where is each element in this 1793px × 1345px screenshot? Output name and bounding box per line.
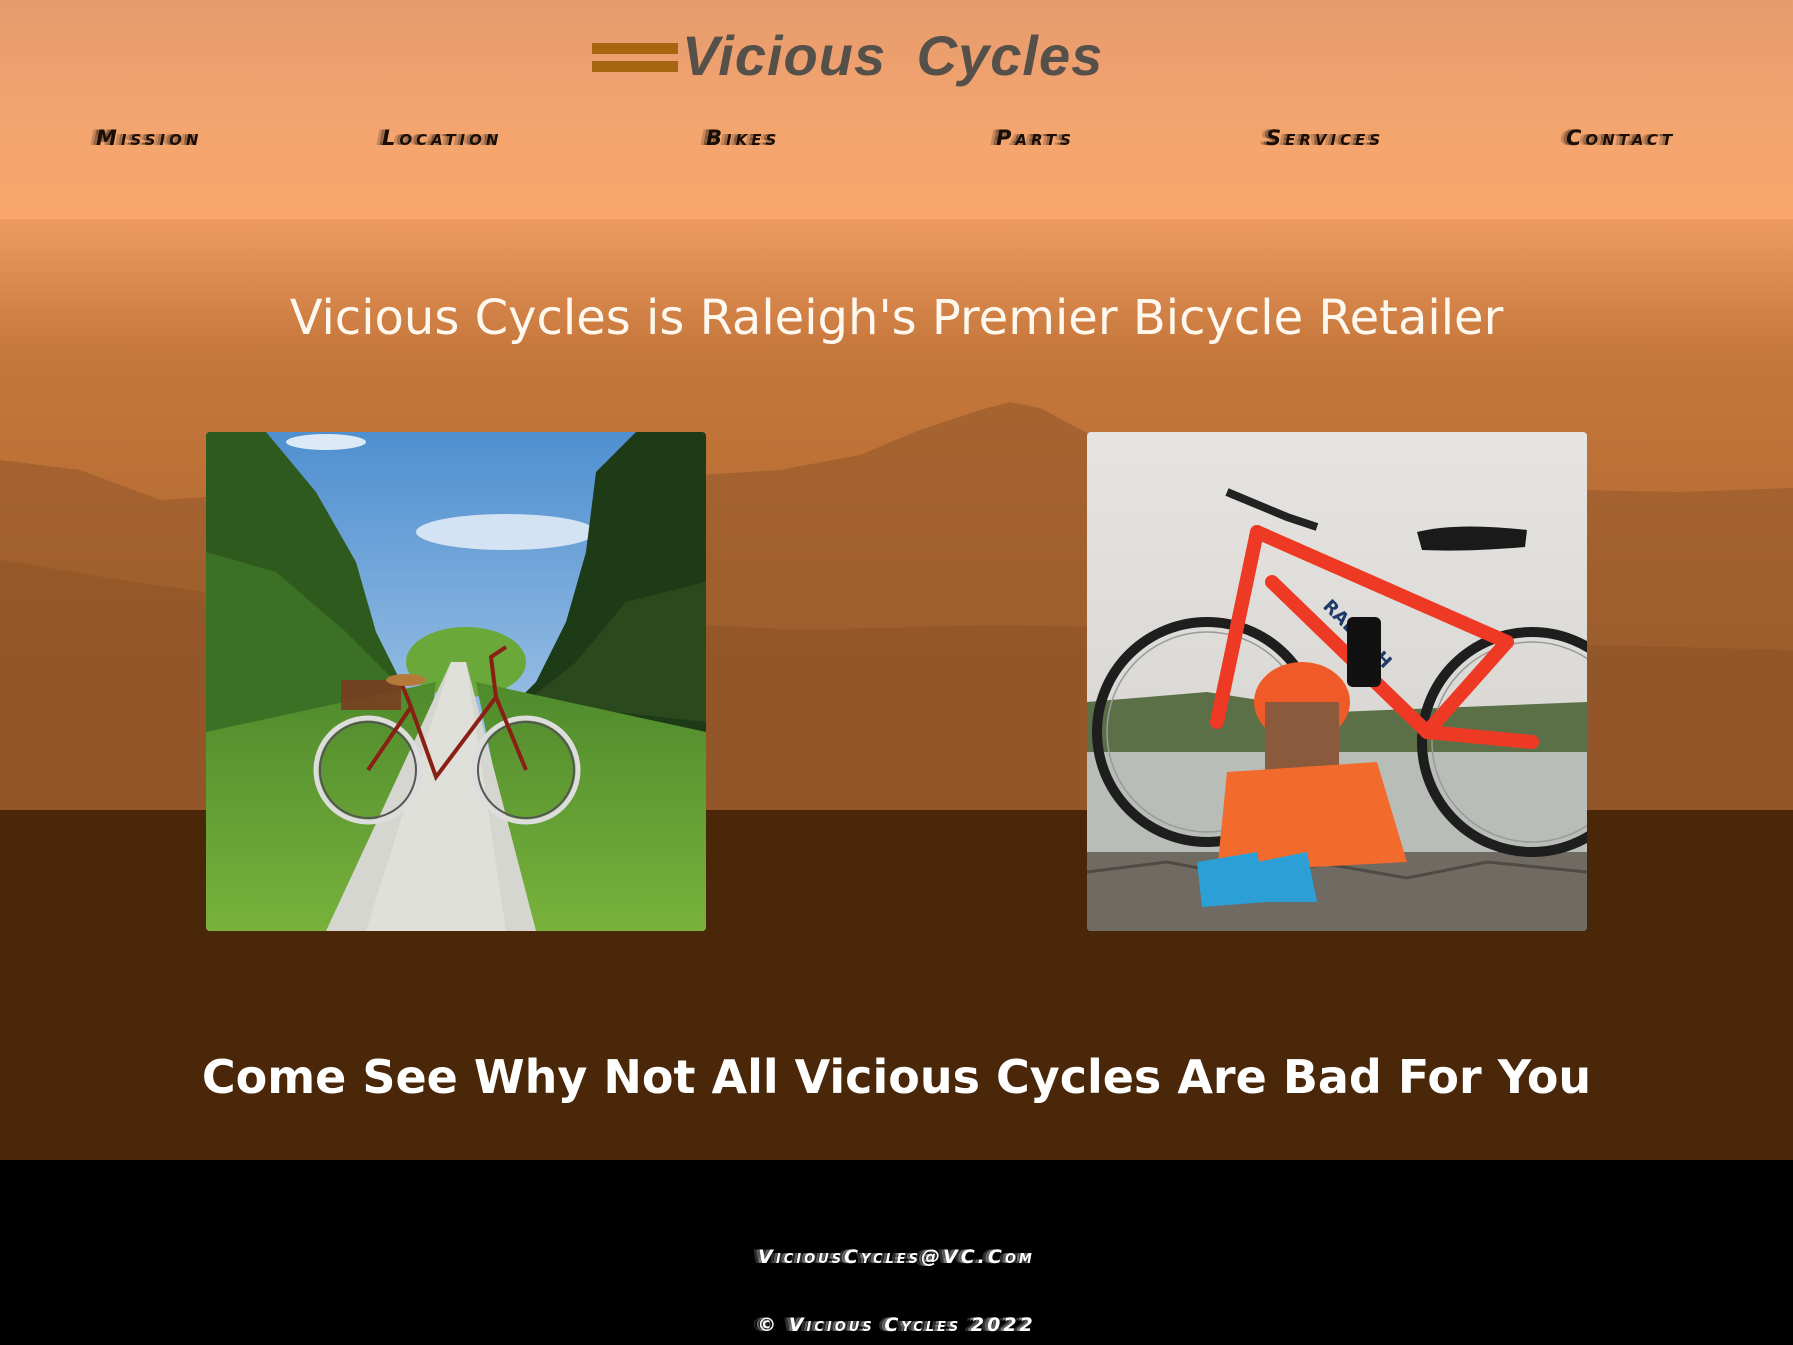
nav-parts[interactable]: Parts bbox=[996, 126, 1075, 156]
footer-copyright: © Vicious Cycles 2022 bbox=[757, 1314, 1036, 1336]
nav-mission[interactable]: Mission bbox=[96, 126, 202, 156]
nav-services[interactable]: Services bbox=[1266, 126, 1384, 156]
logo-speed-lines-icon bbox=[592, 35, 678, 75]
hero-tagline: Come See Why Not All Vicious Cycles Are … bbox=[201, 1050, 1592, 1104]
brand-name: Vicious Cycles bbox=[682, 23, 1104, 87]
site-footer: ViciousCycles@VC.Com © Vicious Cycles 20… bbox=[0, 1160, 1793, 1345]
footer-email-link[interactable]: ViciousCycles@VC.Com bbox=[0, 1246, 1793, 1268]
main-nav: Mission Location Bikes Parts Services Co… bbox=[0, 126, 1793, 156]
nav-bikes[interactable]: Bikes bbox=[706, 126, 780, 156]
nav-contact[interactable]: Contact bbox=[1566, 126, 1676, 156]
site-logo[interactable]: Vicious Cycles bbox=[592, 24, 1103, 87]
site-header: Vicious Cycles Mission Location Bikes Pa… bbox=[0, 0, 1793, 219]
cyclist-raleigh-photo: RALEIGH bbox=[1087, 432, 1587, 931]
nav-location[interactable]: Location bbox=[382, 126, 502, 156]
hero-headline: Vicious Cycles is Raleigh's Premier Bicy… bbox=[289, 290, 1504, 346]
bicycle-path-photo bbox=[206, 432, 706, 931]
